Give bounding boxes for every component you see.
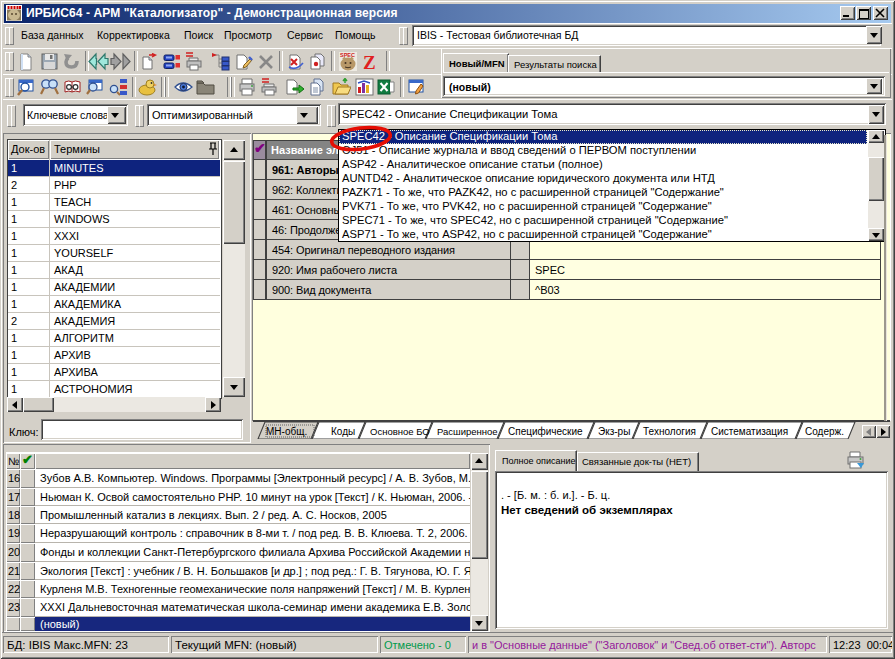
svg-text:SPEC: SPEC — [340, 52, 355, 58]
